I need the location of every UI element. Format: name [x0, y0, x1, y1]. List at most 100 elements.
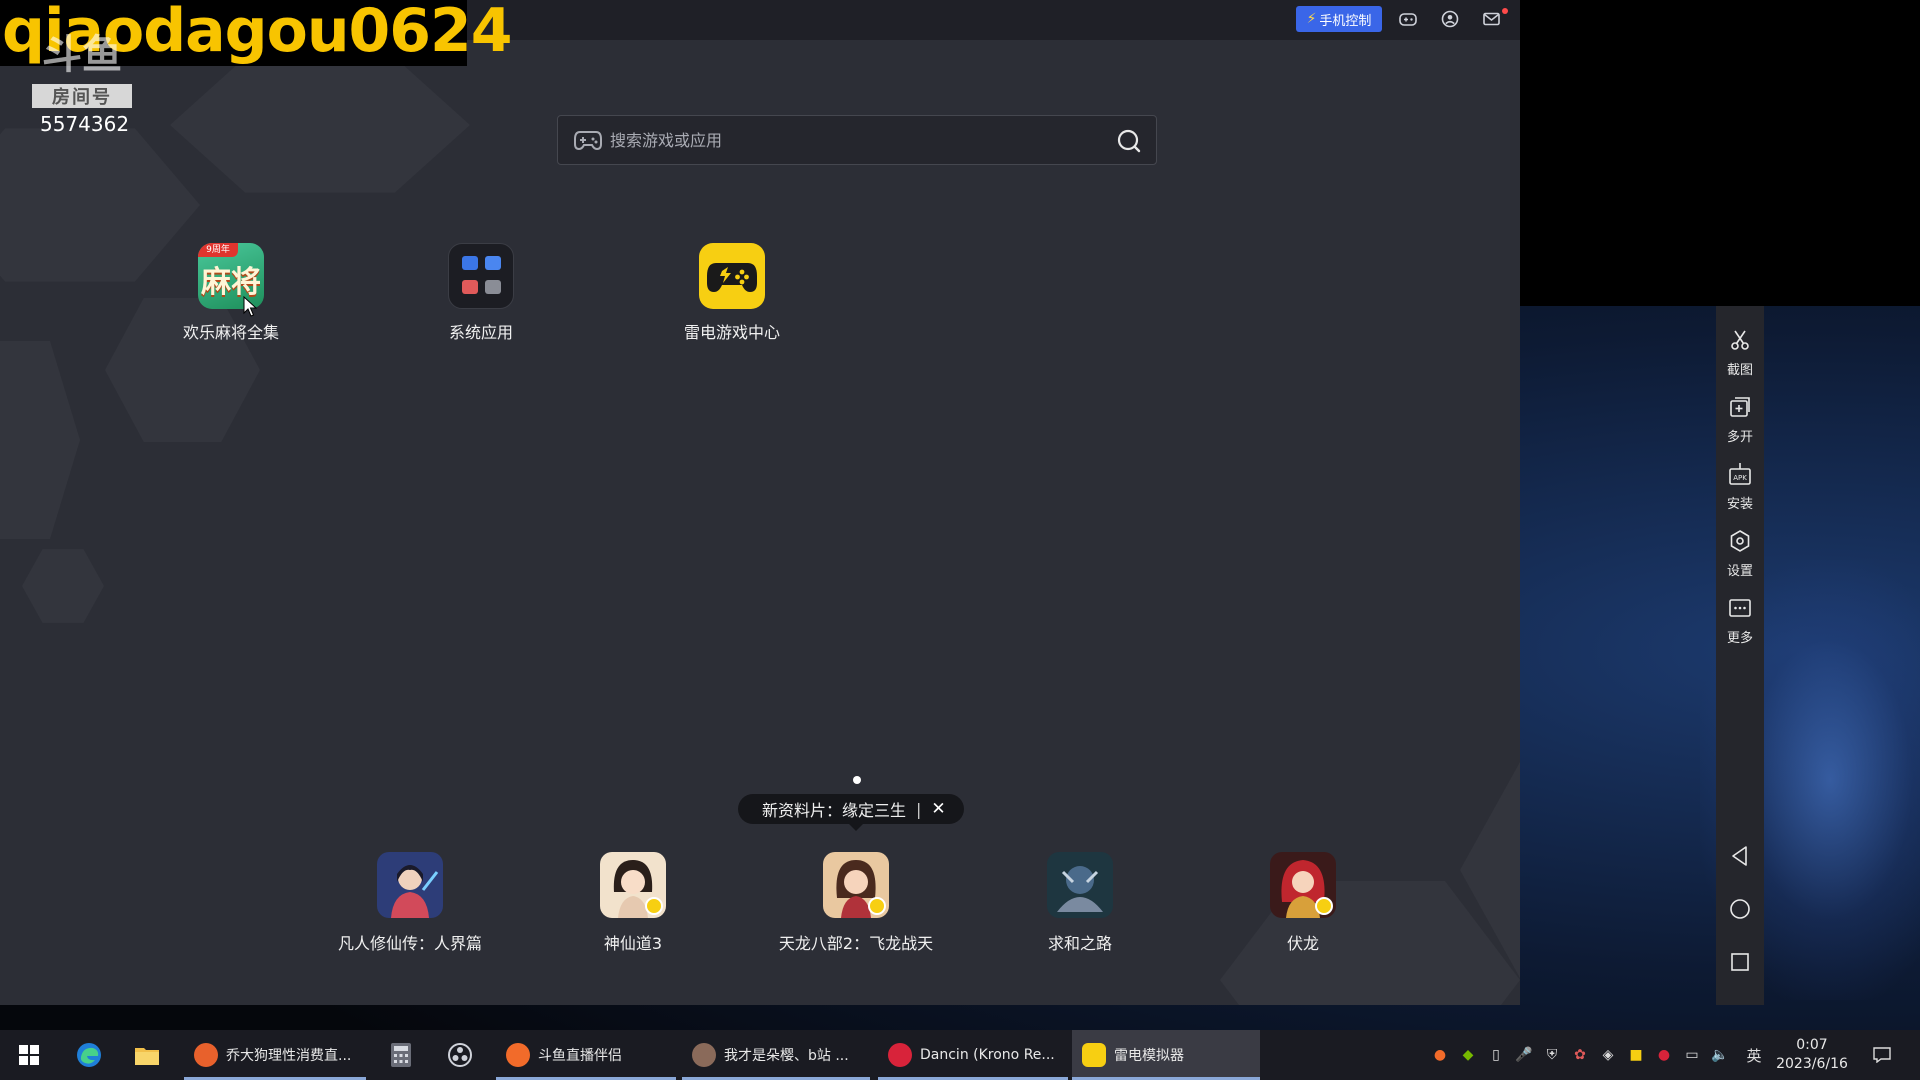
tooltip-tail	[848, 823, 864, 831]
bg-hexagon	[22, 549, 104, 623]
game-fulong[interactable]: 伏龙	[1203, 852, 1403, 954]
taskbar-app-label: Dancin (Krono Re...	[920, 1047, 1055, 1063]
volume-tray-icon[interactable]: 🔈	[1710, 1045, 1730, 1065]
leidian-icon	[1082, 1043, 1106, 1067]
game-label: 神仙道3	[603, 934, 663, 953]
game-icon	[377, 852, 443, 918]
page-indicator-dot[interactable]	[853, 776, 861, 784]
ime-indicator[interactable]: 英	[1744, 1045, 1764, 1065]
lightning-icon: ⚡	[1306, 11, 1317, 27]
network-tray-icon[interactable]: ▭	[1682, 1045, 1702, 1065]
game-shenxiandao3[interactable]: 神仙道3	[533, 852, 733, 954]
toolbar-label: 多开	[1726, 430, 1753, 445]
windows-start-icon[interactable]	[14, 1040, 44, 1070]
firefox-icon	[194, 1043, 218, 1067]
svg-text:APK: APK	[1733, 474, 1747, 482]
multi-window-icon	[1730, 397, 1750, 417]
recents-icon[interactable]	[1728, 950, 1752, 974]
close-icon[interactable]: ✕	[931, 799, 945, 819]
app-label: 欢乐麻将全集	[182, 323, 279, 342]
game-fanren-xiuxian[interactable]: 凡人修仙传：人界篇	[310, 852, 510, 954]
file-mini-icon	[462, 280, 478, 294]
gamepad-icon[interactable]	[1395, 6, 1421, 32]
clock-time: 0:07	[1796, 1037, 1828, 1053]
calculator-icon[interactable]	[386, 1040, 416, 1070]
app-label: 雷电游戏中心	[683, 323, 780, 342]
usb-tray-icon[interactable]: ▯	[1486, 1045, 1506, 1065]
home-icon[interactable]	[1728, 897, 1752, 921]
toolbar-screenshot[interactable]: 截图	[1716, 328, 1764, 378]
anniversary-badge: 9周年	[198, 243, 238, 257]
microphone-tray-icon[interactable]: 🎤	[1514, 1045, 1534, 1065]
app-label: 系统应用	[448, 323, 513, 342]
leidian-game-center-icon	[699, 243, 765, 309]
apk-install-icon: APK	[1729, 463, 1751, 485]
edge-browser-icon[interactable]	[74, 1040, 104, 1070]
game-tianlong-babu2[interactable]: 天龙八部2：飞龙战天	[756, 852, 956, 954]
leidian-tray-icon[interactable]: ■	[1626, 1045, 1646, 1065]
promo-text: 新资料片：缘定三生	[762, 801, 907, 820]
search-input[interactable]	[610, 116, 1090, 164]
app-system-apps[interactable]: 系统应用	[411, 243, 551, 343]
clock-date: 2023/6/16	[1776, 1056, 1848, 1072]
douyu-tray-icon[interactable]: ●	[1430, 1045, 1450, 1065]
browser-mini-icon	[485, 256, 501, 270]
game-label: 求和之路	[1047, 934, 1112, 953]
taskbar-app-browser-stream[interactable]: 乔大狗理性消费直...	[184, 1030, 366, 1080]
windows-taskbar: 乔大狗理性消费直... 斗鱼直播伴侣 我才是朵樱、b站 ... Dancin (…	[0, 1030, 1920, 1080]
taskbar-app-douyu-companion[interactable]: 斗鱼直播伴侣	[496, 1030, 676, 1080]
mail-icon[interactable]	[1478, 6, 1504, 32]
app-tray-icon[interactable]: ✿	[1570, 1045, 1590, 1065]
phone-control-button[interactable]: ⚡ 手机控制	[1296, 6, 1382, 32]
toolbar-more[interactable]: 更多	[1716, 596, 1764, 646]
notification-center-icon[interactable]	[1872, 1045, 1892, 1065]
douyu-logo: 斗鱼	[42, 32, 122, 78]
app-happy-mahjong[interactable]: 9周年 麻将 欢乐麻将全集	[161, 243, 301, 343]
emulator-toolbar: 截图 多开 APK 安装 设置 更多	[1716, 306, 1764, 1005]
taskbar-app-label: 雷电模拟器	[1114, 1048, 1184, 1064]
security-tray-icon[interactable]: ⛨	[1542, 1045, 1562, 1065]
taskbar-app-label: 乔大狗理性消费直...	[226, 1048, 352, 1064]
game-icon	[823, 852, 889, 918]
search-icon[interactable]	[1116, 128, 1142, 154]
bg-hexagon	[170, 58, 470, 193]
gamepad-icon	[574, 131, 602, 151]
game-icon	[1047, 852, 1113, 918]
user-icon[interactable]	[1437, 6, 1463, 32]
black-area	[1520, 0, 1920, 306]
obs-icon[interactable]	[445, 1040, 475, 1070]
taskbar-app-leidian-emulator[interactable]: 雷电模拟器	[1072, 1030, 1260, 1080]
taskbar-app-bilibili-video[interactable]: 我才是朵樱、b站 ...	[682, 1030, 870, 1080]
nvidia-tray-icon[interactable]: ◆	[1458, 1045, 1478, 1065]
leidian-badge-icon	[868, 897, 886, 915]
netease-tray-icon[interactable]: ●	[1654, 1045, 1674, 1065]
app-leidian-game-center[interactable]: 雷电游戏中心	[662, 243, 802, 343]
bg-hexagon	[0, 341, 80, 539]
taskbar-app-label: 斗鱼直播伴侣	[538, 1048, 622, 1064]
room-number-tag: 房间号	[32, 84, 132, 108]
back-icon[interactable]	[1728, 844, 1752, 868]
game-label: 天龙八部2：飞龙战天	[778, 934, 934, 953]
shield-tray-icon[interactable]: ◈	[1598, 1045, 1618, 1065]
search-bar[interactable]	[557, 115, 1157, 165]
game-icon	[1270, 852, 1336, 918]
toolbar-multi-instance[interactable]: 多开	[1716, 395, 1764, 445]
game-qiuhe-zhilu[interactable]: 求和之路	[980, 852, 1180, 954]
leidian-badge-icon	[645, 897, 663, 915]
toolbar-settings[interactable]: 设置	[1716, 529, 1764, 579]
scissors-icon	[1731, 330, 1749, 350]
toolbar-install-apk[interactable]: APK 安装	[1716, 462, 1764, 512]
settings-mini-icon	[462, 256, 478, 270]
taskbar-app-netease-music[interactable]: Dancin (Krono Re...	[878, 1030, 1068, 1080]
netease-music-icon	[888, 1043, 912, 1067]
new-expansion-tooltip[interactable]: 新资料片：缘定三生 | ✕	[738, 794, 964, 831]
video-avatar-icon	[692, 1043, 716, 1067]
system-clock[interactable]: 0:07 2023/6/16	[1762, 1036, 1862, 1074]
file-explorer-icon[interactable]	[132, 1040, 162, 1070]
phone-control-label: 手机控制	[1319, 13, 1372, 29]
toolbar-label: 截图	[1726, 363, 1753, 378]
toolbar-label: 设置	[1726, 564, 1753, 579]
promo-separator: |	[916, 799, 922, 819]
game-icon	[600, 852, 666, 918]
toolbar-label: 安装	[1726, 497, 1753, 512]
